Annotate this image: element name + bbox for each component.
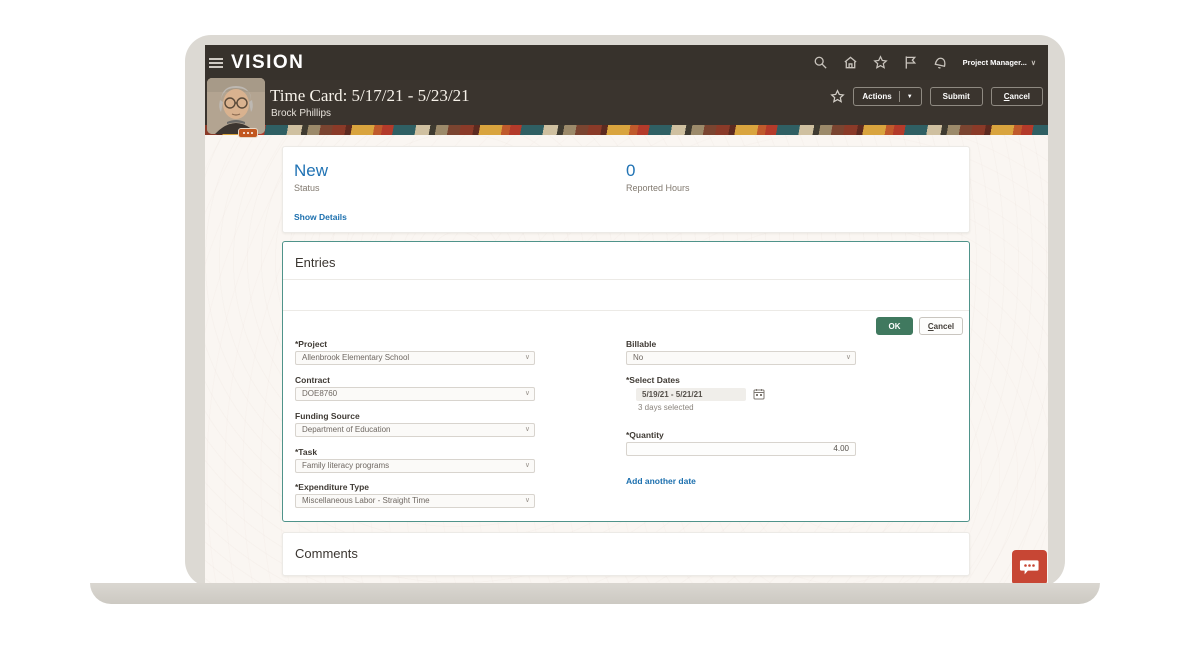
expenditure-type-label: *Expenditure Type — [295, 482, 369, 492]
chat-button[interactable] — [1012, 550, 1047, 583]
show-details-link[interactable]: Show Details — [294, 212, 347, 222]
funding-source-select[interactable]: Department of Education ∨ — [295, 423, 535, 437]
entries-cancel-label: Cancel — [927, 321, 955, 331]
search-icon[interactable] — [813, 55, 828, 70]
project-select[interactable]: Allenbrook Elementary School ∨ — [295, 351, 535, 365]
page-header-buttons: Actions ▼ Submit Cancel — [830, 87, 1043, 106]
favorite-star-icon[interactable] — [830, 89, 846, 104]
cancel-label: Cancel — [1003, 92, 1030, 101]
user-role-label: Project Manager... — [962, 58, 1027, 67]
billable-label: Billable — [626, 339, 657, 349]
favorites-star-icon[interactable] — [872, 55, 888, 70]
submit-label: Submit — [942, 92, 970, 101]
chevron-down-icon: ∨ — [524, 390, 530, 397]
quantity-label: *Quantity — [626, 430, 664, 440]
chat-bubble-icon — [1019, 559, 1039, 574]
date-range-field[interactable]: 5/19/21 - 5/21/21 — [636, 388, 746, 401]
contract-value: DOE8760 — [302, 389, 338, 398]
global-header: VISION Project Manager... ∨ — [205, 45, 1048, 80]
comments-title: Comments — [295, 546, 358, 561]
divider — [283, 279, 969, 280]
task-value: Family literacy programs — [302, 461, 390, 470]
divider — [283, 310, 969, 311]
task-select[interactable]: Family literacy programs ∨ — [295, 459, 535, 473]
reported-hours-value: 0 — [626, 161, 636, 180]
ok-label: OK — [888, 321, 901, 331]
project-value: Allenbrook Elementary School — [302, 353, 410, 362]
select-dates-label: *Select Dates — [626, 375, 680, 385]
home-icon[interactable] — [843, 55, 858, 70]
reported-hours-label: Reported Hours — [626, 183, 690, 193]
entries-cancel-button[interactable]: Cancel — [919, 317, 963, 335]
quantity-input[interactable]: 4.00 — [626, 442, 856, 456]
chevron-down-icon: ∨ — [524, 354, 530, 361]
add-another-date-link[interactable]: Add another date — [626, 476, 696, 486]
hamburger-menu-icon[interactable] — [209, 57, 223, 68]
entries-title: Entries — [295, 255, 336, 270]
app-screen: VISION Project Manager... ∨ Time Card: 5… — [205, 45, 1048, 583]
billable-select[interactable]: No ∨ — [626, 351, 856, 365]
page-header: Time Card: 5/17/21 - 5/23/21 Brock Phill… — [205, 80, 1048, 125]
summary-card: New Status 0 Reported Hours Show Details — [282, 146, 970, 233]
status-value: New — [294, 161, 329, 180]
page-title: Time Card: 5/17/21 - 5/23/21 — [270, 86, 470, 105]
actions-label: Actions — [862, 92, 892, 101]
decorative-banner-strip — [205, 125, 1048, 135]
chevron-down-icon: ∨ — [524, 426, 530, 433]
page-subtitle: Brock Phillips — [271, 108, 332, 119]
status-label: Status — [294, 183, 320, 193]
comments-section: Comments — [282, 532, 970, 576]
notifications-bell-icon[interactable] — [933, 55, 948, 70]
dropdown-arrow-icon: ▼ — [906, 93, 913, 100]
submit-button[interactable]: Submit — [929, 87, 983, 106]
expenditure-type-select[interactable]: Miscellaneous Labor - Straight Time ∨ — [295, 494, 535, 508]
funding-source-label: Funding Source — [295, 411, 360, 421]
expenditure-type-value: Miscellaneous Labor - Straight Time — [302, 496, 430, 505]
entries-section: Entries OK Cancel *Project Allenbrook El… — [282, 241, 970, 522]
brand-logo: VISION — [231, 51, 305, 73]
cancel-button[interactable]: Cancel — [990, 87, 1043, 106]
laptop-mockup: VISION Project Manager... ∨ Time Card: 5… — [0, 0, 1187, 670]
flag-icon[interactable] — [903, 55, 918, 70]
avatar — [207, 78, 265, 134]
days-selected-note: 3 days selected — [638, 403, 694, 412]
project-label: *Project — [295, 339, 328, 349]
chevron-down-icon: ∨ — [1030, 59, 1036, 67]
contract-label: Contract — [295, 375, 330, 385]
chevron-down-icon: ∨ — [524, 497, 530, 504]
contract-select[interactable]: DOE8760 ∨ — [295, 387, 535, 401]
entries-ok-button[interactable]: OK — [876, 317, 913, 335]
avatar-more-badge[interactable] — [238, 128, 258, 138]
global-header-actions: Project Manager... ∨ — [813, 55, 1048, 70]
chevron-down-icon: ∨ — [524, 462, 530, 469]
button-divider — [898, 91, 900, 102]
calendar-icon[interactable] — [753, 388, 765, 400]
chevron-down-icon: ∨ — [845, 354, 851, 361]
billable-value: No — [633, 353, 644, 362]
actions-dropdown-button[interactable]: Actions ▼ — [853, 87, 922, 106]
user-role-menu[interactable]: Project Manager... ∨ — [963, 58, 1036, 67]
funding-source-value: Department of Education — [302, 425, 391, 434]
task-label: *Task — [295, 447, 318, 457]
laptop-base — [90, 583, 1100, 604]
